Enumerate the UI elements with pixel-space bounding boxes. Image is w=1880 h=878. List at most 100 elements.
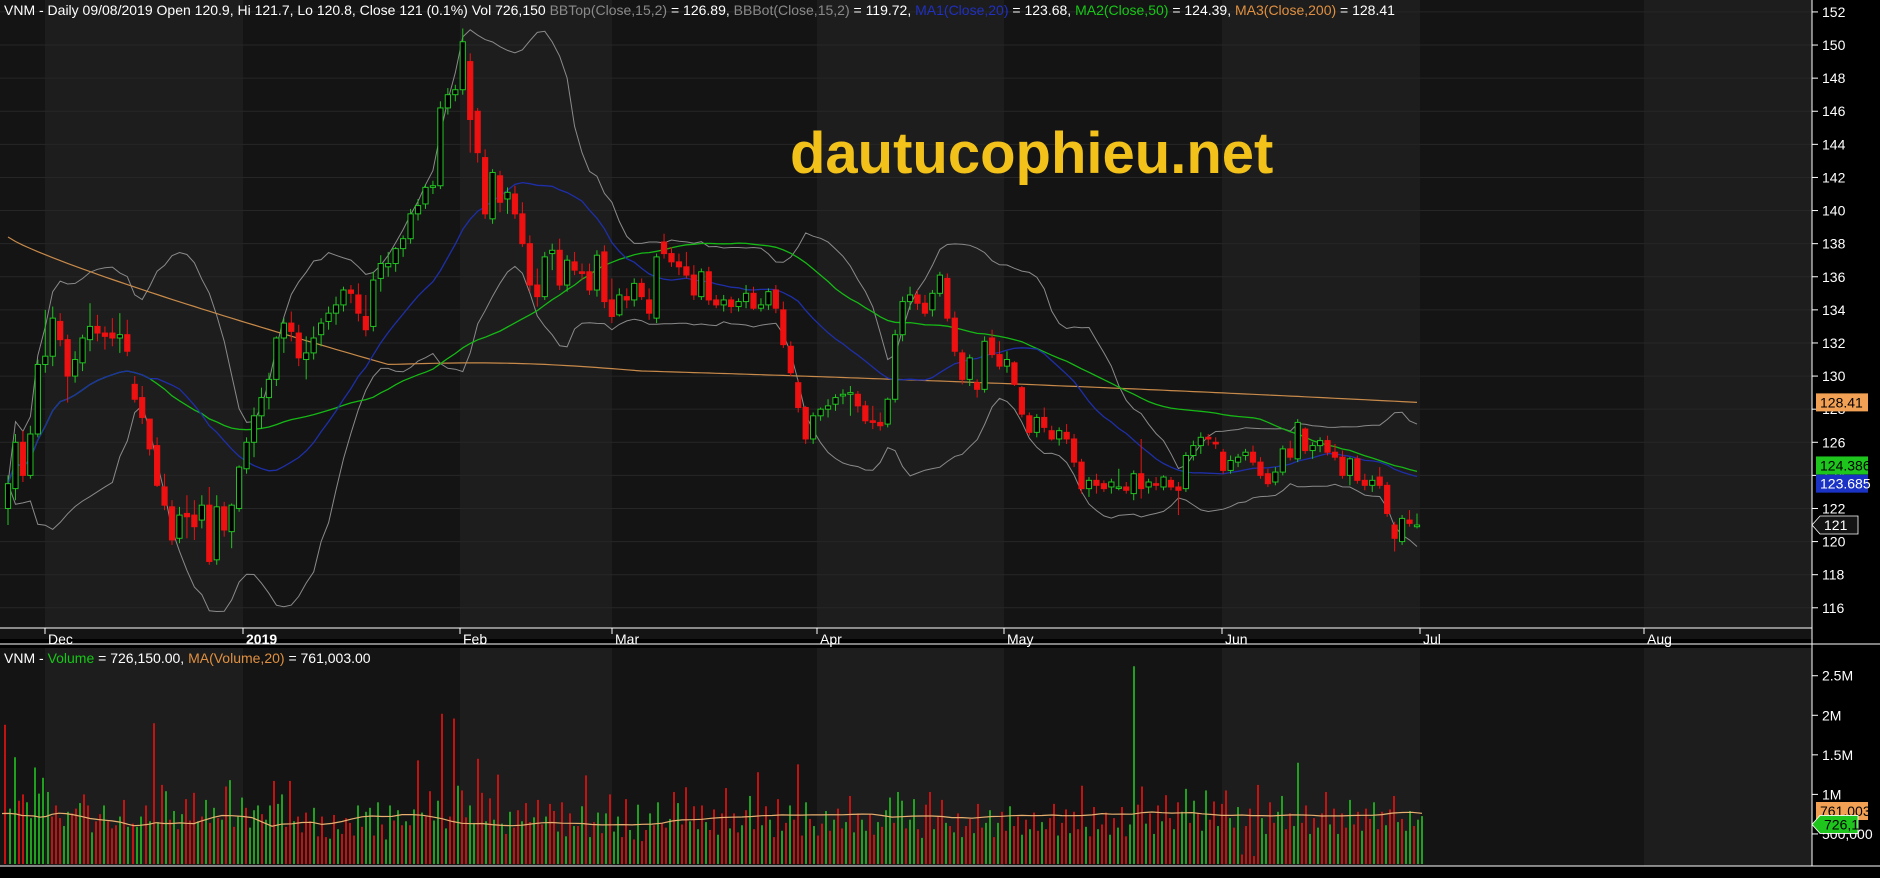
candle-body: [1175, 486, 1182, 491]
candle-body: [362, 315, 369, 331]
candle-body: [578, 271, 586, 274]
candle-body: [347, 289, 355, 294]
stock-chart: 1161181201221241261281301321341361381401…: [0, 0, 1880, 867]
candle-body: [504, 191, 511, 200]
price-tick-label: 132: [1822, 335, 1846, 351]
candle-body: [496, 175, 504, 203]
candle-body: [698, 271, 705, 298]
candle-body: [1048, 430, 1055, 440]
candle-body: [996, 354, 1003, 367]
candle-body: [310, 337, 317, 354]
candle-body: [64, 339, 71, 377]
candle-body: [750, 292, 757, 309]
candle-body: [452, 89, 459, 96]
candle-body: [951, 317, 958, 352]
price-tick-label: 134: [1822, 302, 1846, 318]
candle-body: [340, 289, 347, 306]
candle-body: [332, 304, 340, 314]
candle-body: [534, 284, 541, 298]
candle-body: [608, 299, 615, 317]
candle-body: [1182, 455, 1190, 490]
candle-body: [1398, 517, 1406, 543]
candle-body: [221, 506, 228, 531]
candle-body: [1242, 451, 1249, 457]
volume-tag-label: 726,150: [1824, 816, 1875, 832]
candle-body: [906, 294, 914, 303]
candle-body: [713, 299, 720, 306]
candle-body: [1190, 445, 1197, 457]
candle-body: [422, 186, 429, 205]
candle-body: [892, 334, 899, 400]
candle-body: [1093, 479, 1100, 486]
candle-body: [355, 294, 362, 314]
legend-part: MA3(Close,200): [1235, 2, 1336, 18]
candle-body: [839, 393, 847, 397]
candle-body: [556, 249, 563, 286]
candle-body: [12, 441, 19, 490]
month-label: Apr: [820, 631, 842, 647]
candle-body: [392, 248, 399, 265]
candle-body: [780, 309, 787, 346]
candle-body: [161, 486, 168, 506]
volume-tick-label: 1.5M: [1822, 747, 1853, 763]
volume-tick-label: 1M: [1822, 786, 1841, 802]
candle-body: [1026, 415, 1033, 433]
candle-body: [228, 504, 235, 533]
price-tick-label: 116: [1822, 600, 1845, 616]
candle-body: [385, 263, 392, 268]
legend-part: VNM -: [4, 650, 48, 666]
candle-body: [787, 345, 794, 374]
candle-body: [921, 302, 929, 314]
candle-body: [675, 261, 683, 268]
candle-body: [19, 441, 27, 476]
legend-part: = 128.41: [1336, 2, 1395, 18]
candle-body: [191, 514, 198, 528]
candle-body: [4, 483, 12, 509]
candle-body: [1257, 461, 1264, 476]
candle-body: [519, 213, 526, 245]
candle-body: [1346, 458, 1354, 476]
month-band: [1222, 0, 1420, 628]
candle-body: [1249, 451, 1257, 463]
candle-body: [765, 291, 772, 306]
month-band: [45, 0, 243, 628]
candle-body: [795, 382, 802, 409]
ma200-tag-label: 128.41: [1820, 394, 1863, 410]
volume-legend: VNM - Volume = 726,150.00, MA(Volume,20)…: [4, 650, 371, 666]
candle-body: [1369, 479, 1376, 486]
candle-body: [944, 277, 951, 319]
month-label: Aug: [1647, 631, 1672, 647]
candle-body: [131, 383, 138, 400]
legend-part: BBTop(Close,15,2): [550, 2, 668, 18]
price-tick-label: 142: [1822, 169, 1846, 185]
candle-body: [638, 282, 645, 298]
candle-body: [1011, 362, 1018, 385]
candle-body: [929, 292, 936, 311]
candle-body: [974, 382, 981, 390]
candle-body: [705, 271, 712, 301]
candle-body: [1078, 461, 1085, 490]
candle-body: [646, 299, 653, 314]
candle-body: [1056, 430, 1063, 440]
candle-body: [467, 61, 474, 121]
candle-body: [429, 185, 437, 188]
candle-body: [370, 279, 377, 327]
candle-body: [288, 322, 295, 332]
legend-part: = 726,150.00,: [94, 650, 188, 666]
candle-body: [1108, 481, 1115, 488]
candle-body: [817, 408, 824, 417]
candle-body: [1138, 473, 1145, 490]
candle-body: [1272, 471, 1279, 483]
price-tick-label: 136: [1822, 269, 1846, 285]
month-label: Feb: [463, 631, 487, 647]
candle-body: [1063, 431, 1070, 440]
candle-body: [1197, 436, 1204, 447]
candle-body: [757, 304, 765, 309]
candle-body: [1406, 519, 1413, 524]
candle-body: [1033, 416, 1040, 433]
candle-body: [1376, 476, 1383, 486]
legend-part: BBBot(Close,15,2): [734, 2, 850, 18]
candle-body: [273, 337, 280, 380]
candle-body: [42, 355, 49, 365]
candle-body: [124, 334, 131, 352]
